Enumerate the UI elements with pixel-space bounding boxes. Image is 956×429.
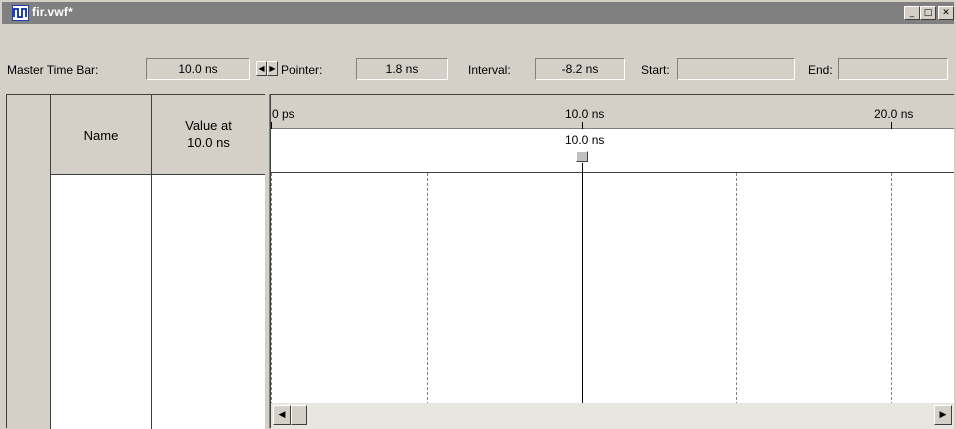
master-time-bar-label: Master Time Bar: bbox=[7, 63, 99, 77]
time-toolbar: Master Time Bar: 10.0 ns ◀ ▶ Pointer: 1.… bbox=[0, 48, 956, 86]
pointer-label: Pointer: bbox=[281, 63, 323, 77]
master-time-bar-line[interactable] bbox=[582, 173, 583, 405]
master-time-left-arrow[interactable]: ◀ bbox=[256, 61, 267, 76]
tick-label-10ns: 10.0 ns bbox=[565, 107, 605, 121]
tick-label-20ns: 20.0 ns bbox=[874, 107, 914, 121]
window-title: fir.vwf* bbox=[32, 5, 73, 19]
minimize-button[interactable]: _ bbox=[904, 6, 920, 20]
value-column-body[interactable] bbox=[152, 175, 265, 429]
name-column-body[interactable] bbox=[51, 175, 152, 429]
grid-line bbox=[427, 173, 428, 405]
grid-line bbox=[891, 173, 892, 405]
value-column-label-line2: 10.0 ns bbox=[187, 135, 230, 150]
interval-field[interactable]: -8.2 ns bbox=[535, 58, 625, 80]
maximize-button[interactable]: □ bbox=[920, 6, 936, 20]
node-table-header: Name Value at 10.0 ns bbox=[7, 95, 265, 175]
name-column-label: Name bbox=[83, 128, 119, 143]
master-time-bar-handle[interactable] bbox=[576, 151, 588, 162]
grid-left-edge bbox=[271, 173, 272, 405]
end-label: End: bbox=[808, 63, 833, 77]
start-label: Start: bbox=[641, 63, 670, 77]
row-selector-column[interactable] bbox=[7, 175, 51, 429]
value-column-header[interactable]: Value at 10.0 ns bbox=[152, 95, 265, 175]
master-time-bar-stem bbox=[582, 163, 583, 173]
scroll-track[interactable] bbox=[307, 405, 934, 425]
waveform-editor-window: fir.vwf* _ □ ✕ Master Time Bar: 10.0 ns … bbox=[0, 0, 956, 429]
tick-mark-10ns bbox=[582, 122, 583, 129]
scroll-right-button[interactable]: ▶ bbox=[934, 405, 952, 425]
horizontal-scrollbar[interactable]: ◀ ▶ bbox=[271, 403, 954, 429]
tick-mark-20ns bbox=[891, 122, 892, 129]
interval-label: Interval: bbox=[468, 63, 511, 77]
tick-mark-0ps bbox=[271, 122, 272, 129]
value-column-label-line1: Value at bbox=[185, 118, 232, 133]
scroll-left-button[interactable]: ◀ bbox=[273, 405, 291, 425]
waveform-panel: 0 ps 10.0 ns 20.0 ns 10.0 ns ◀ ▶ bbox=[270, 94, 954, 429]
master-time-bar-label-flag: 10.0 ns bbox=[565, 133, 605, 147]
time-bar-area[interactable]: 10.0 ns bbox=[271, 129, 954, 173]
tick-label-0ps: 0 ps bbox=[272, 107, 295, 121]
scroll-thumb[interactable] bbox=[291, 405, 307, 425]
time-ruler[interactable]: 0 ps 10.0 ns 20.0 ns bbox=[271, 95, 954, 129]
waveform-area[interactable] bbox=[271, 173, 954, 405]
end-field[interactable] bbox=[838, 58, 948, 80]
start-field[interactable] bbox=[677, 58, 795, 80]
waveform-app-icon bbox=[12, 5, 29, 21]
master-time-right-arrow[interactable]: ▶ bbox=[267, 61, 278, 76]
row-selector-header[interactable] bbox=[7, 95, 51, 175]
pointer-field[interactable]: 1.8 ns bbox=[356, 58, 448, 80]
master-time-bar-field[interactable]: 10.0 ns bbox=[146, 58, 250, 80]
name-column-header[interactable]: Name bbox=[51, 95, 152, 175]
grid-line bbox=[736, 173, 737, 405]
title-bar[interactable]: fir.vwf* _ □ ✕ bbox=[2, 2, 954, 24]
close-button[interactable]: ✕ bbox=[938, 6, 954, 20]
node-table: Name Value at 10.0 ns bbox=[6, 94, 265, 429]
